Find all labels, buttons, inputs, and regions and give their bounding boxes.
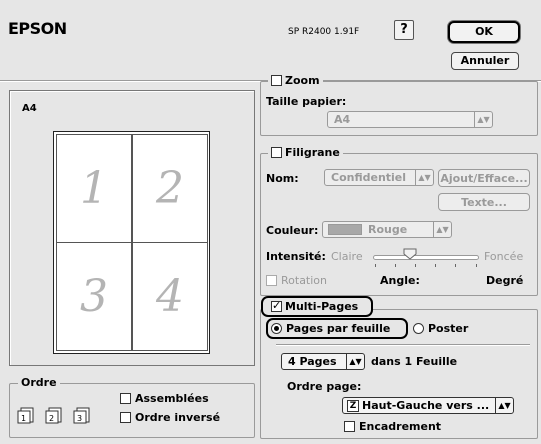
- watermark-label: Filigrane: [285, 146, 340, 159]
- multipage-divider: [276, 344, 530, 345]
- multipage-title[interactable]: Multi-Pages: [268, 299, 361, 313]
- degree-label: Degré: [486, 274, 524, 287]
- poster-label: Poster: [428, 322, 469, 335]
- help-button[interactable]: ?: [394, 20, 414, 40]
- border-label: Encadrement: [359, 420, 442, 433]
- ok-button[interactable]: OK: [448, 21, 520, 43]
- intensity-high-label: Foncée: [484, 250, 524, 263]
- page-order-value: Haut-Gauche vers ...: [362, 399, 490, 412]
- pages-per-sheet-radio[interactable]: [271, 323, 282, 334]
- multipage-label: Multi-Pages: [285, 300, 359, 313]
- reverse-order-label: Ordre inversé: [135, 411, 221, 424]
- watermark-color-select[interactable]: Rouge ▲▼: [322, 221, 452, 238]
- order-pages-icon: 1 2 3: [17, 402, 109, 427]
- pages-per-sheet-option[interactable]: Pages par feuille: [271, 322, 390, 335]
- collated-checkbox[interactable]: [120, 393, 131, 404]
- page-order-label: Ordre page:: [287, 380, 362, 393]
- svg-text:2: 2: [49, 414, 54, 423]
- zoom-label: Zoom: [285, 74, 320, 87]
- border-option[interactable]: Encadrement: [344, 420, 441, 433]
- page-order-select[interactable]: Z Haut-Gauche vers ... ▲▼: [342, 397, 514, 414]
- collated-option[interactable]: Assemblées: [120, 392, 209, 405]
- watermark-title[interactable]: Filigrane: [268, 146, 343, 159]
- angle-label: Angle:: [380, 274, 420, 287]
- driver-version: SP R2400 1.91F: [288, 27, 360, 37]
- order-title: Ordre: [18, 376, 60, 389]
- svg-text:1: 1: [21, 414, 26, 423]
- slider-tick: [476, 264, 477, 267]
- poster-radio[interactable]: [413, 323, 424, 334]
- watermark-text-button[interactable]: Texte...: [438, 193, 530, 211]
- intensity-slider-thumb[interactable]: [403, 248, 417, 260]
- reverse-order-option[interactable]: Ordre inversé: [120, 411, 220, 424]
- pages-per-sheet-label: Pages par feuille: [286, 322, 391, 335]
- preview-page-1: 1: [56, 134, 132, 243]
- add-remove-watermark-button[interactable]: Ajout/Efface...: [438, 169, 530, 187]
- watermark-color-value: Rouge: [368, 223, 408, 236]
- select-arrows-icon: ▲▼: [415, 170, 433, 185]
- rotation-checkbox[interactable]: [266, 275, 277, 286]
- preview-paper-label: A4: [22, 103, 37, 114]
- brand-logo: EPSON: [8, 19, 67, 38]
- paper-size-select[interactable]: A4 ▲▼: [327, 111, 493, 128]
- rotation-label: Rotation: [281, 274, 328, 287]
- preview-page-3: 3: [56, 242, 132, 351]
- rotation-option[interactable]: Rotation: [266, 274, 327, 287]
- zoom-checkbox[interactable]: [271, 75, 282, 86]
- reverse-order-checkbox[interactable]: [120, 412, 131, 423]
- select-arrows-icon: ▲▼: [433, 222, 451, 237]
- select-arrows-icon: ▲▼: [495, 398, 513, 413]
- watermark-name-select[interactable]: Confidentiel ▲▼: [324, 169, 434, 186]
- slider-tick: [395, 264, 396, 267]
- pages-count-value: 4 Pages: [288, 355, 337, 368]
- collated-label: Assemblées: [135, 392, 209, 405]
- poster-option[interactable]: Poster: [413, 322, 468, 335]
- select-arrows-icon: ▲▼: [346, 354, 364, 369]
- pages-count-select[interactable]: 4 Pages ▲▼: [281, 353, 365, 370]
- slider-tick: [455, 264, 456, 267]
- select-arrows-icon: ▲▼: [474, 112, 492, 127]
- cancel-button[interactable]: Annuler: [451, 52, 519, 70]
- slider-tick: [375, 264, 376, 267]
- watermark-name-value: Confidentiel: [331, 171, 407, 184]
- watermark-color-label: Couleur:: [266, 224, 319, 237]
- svg-text:3: 3: [77, 414, 82, 423]
- slider-tick: [435, 264, 436, 267]
- intensity-slider-track[interactable]: [373, 255, 479, 260]
- paper-size-label: Taille papier:: [266, 95, 347, 108]
- per-sheet-suffix: dans 1 Feuille: [371, 355, 458, 368]
- border-checkbox[interactable]: [344, 421, 355, 432]
- slider-tick: [415, 264, 416, 267]
- color-swatch: [328, 224, 362, 235]
- intensity-low-label: Claire: [331, 250, 363, 263]
- zoom-title[interactable]: Zoom: [268, 74, 323, 87]
- multipage-checkbox[interactable]: [271, 299, 282, 312]
- watermark-checkbox[interactable]: [271, 147, 282, 158]
- order-label: Ordre: [21, 376, 57, 389]
- intensity-label: Intensité:: [266, 250, 326, 263]
- preview-page-4: 4: [132, 242, 208, 351]
- watermark-name-label: Nom:: [266, 172, 299, 185]
- preview-page-2: 2: [132, 134, 208, 243]
- paper-size-value: A4: [334, 113, 351, 126]
- page-order-icon: Z: [347, 399, 359, 412]
